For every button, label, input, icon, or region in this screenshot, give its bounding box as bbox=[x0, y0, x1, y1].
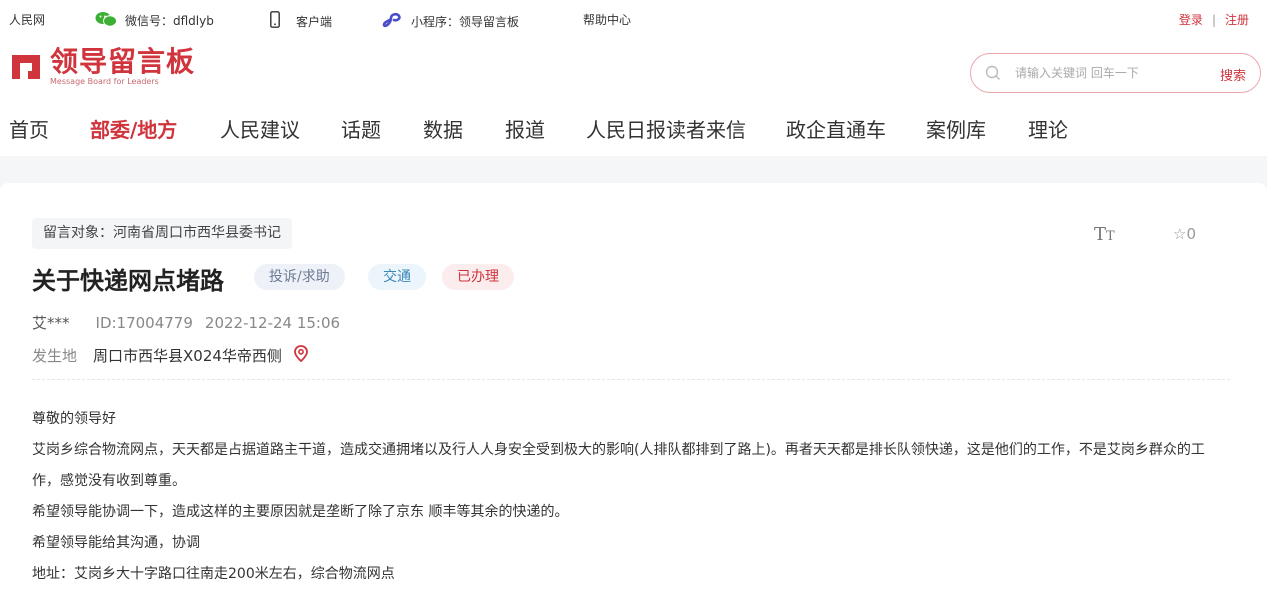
topbar-link-people[interactable]: 人民网 bbox=[9, 11, 45, 28]
topbar-link-wechat[interactable]: 微信号：dfldlyb bbox=[95, 11, 214, 30]
message-id: ID:17004779 bbox=[95, 314, 193, 332]
search-box: 搜索 bbox=[970, 53, 1261, 93]
search-button[interactable]: 搜索 bbox=[1220, 65, 1246, 84]
tag-domain[interactable]: 交通 bbox=[368, 264, 426, 290]
star-icon: ☆ bbox=[1173, 225, 1187, 243]
author-name: 艾*** bbox=[32, 314, 70, 332]
login-register: 登录 | 注册 bbox=[1179, 11, 1249, 28]
message-title: 关于快递网点堵路 bbox=[32, 267, 224, 295]
content-paragraph: 地址：艾岗乡大十字路口往南走200米左右，综合物流网点 bbox=[32, 566, 395, 582]
logo-mark-icon bbox=[8, 49, 44, 85]
message-meta: 艾*** ID:17004779 2022-12-24 15:06 bbox=[32, 312, 340, 333]
mini-program-icon bbox=[381, 11, 403, 32]
site-logo[interactable]: 领导留言板 Message Board for Leaders bbox=[8, 47, 195, 87]
nav-active-indicator bbox=[0, 110, 1267, 156]
login-separator: | bbox=[1211, 13, 1216, 27]
content-paragraph: 尊敬的领导好 bbox=[32, 411, 116, 427]
message-datetime: 2022-12-24 15:06 bbox=[204, 314, 341, 332]
logo-subtitle: Message Board for Leaders bbox=[50, 77, 159, 86]
message-location: 发生地 周口市西华县X024华帝西侧 bbox=[32, 345, 308, 366]
register-link[interactable]: 注册 bbox=[1225, 13, 1249, 27]
message-target: 留言对象：河南省周口市西华县委书记 bbox=[32, 218, 292, 249]
logo-title: 领导留言板 bbox=[50, 45, 196, 78]
top-bar: 人民网 微信号：dfldlyb 客户端 小程序：领导留言板 帮助中心 登录 | … bbox=[0, 0, 1267, 38]
location-label: 发生地 bbox=[32, 347, 78, 365]
section-divider bbox=[32, 379, 1230, 380]
font-size-icon[interactable]: TT bbox=[1094, 224, 1115, 245]
topbar-link-mini-program[interactable]: 小程序：领导留言板 bbox=[381, 11, 519, 32]
favorite-count: 0 bbox=[1186, 225, 1196, 243]
login-link[interactable]: 登录 bbox=[1179, 13, 1203, 27]
topbar-link-client[interactable]: 客户端 bbox=[270, 11, 332, 31]
tag-category[interactable]: 投诉/求助 bbox=[254, 264, 345, 290]
content-paragraph: 希望领导能协调一下，造成这样的主要原因就是垄断了除了京东 顺丰等其余的快递的。 bbox=[32, 504, 569, 520]
message-content: 尊敬的领导好 艾岗乡综合物流网点，天天都是占据道路主干道，造成交通拥堵以及行人人… bbox=[32, 404, 1232, 590]
location-pin-icon[interactable] bbox=[294, 345, 308, 366]
mobile-icon bbox=[270, 11, 280, 31]
logo-text: 领导留言板 Message Board for Leaders bbox=[50, 47, 195, 87]
search-icon bbox=[985, 65, 1000, 80]
content-paragraph: 艾岗乡综合物流网点，天天都是占据道路主干道，造成交通拥堵以及行人人身安全受到极大… bbox=[32, 442, 1205, 489]
status-badge: 已办理 bbox=[442, 264, 514, 290]
wechat-icon bbox=[95, 11, 117, 30]
favorite-button[interactable]: ☆0 bbox=[1173, 225, 1196, 243]
content-paragraph: 希望领导能给其沟通，协调 bbox=[32, 535, 200, 551]
search-input[interactable] bbox=[1015, 66, 1185, 80]
location-value: 周口市西华县X024华帝西侧 bbox=[93, 347, 282, 365]
topbar-link-help[interactable]: 帮助中心 bbox=[583, 11, 631, 28]
